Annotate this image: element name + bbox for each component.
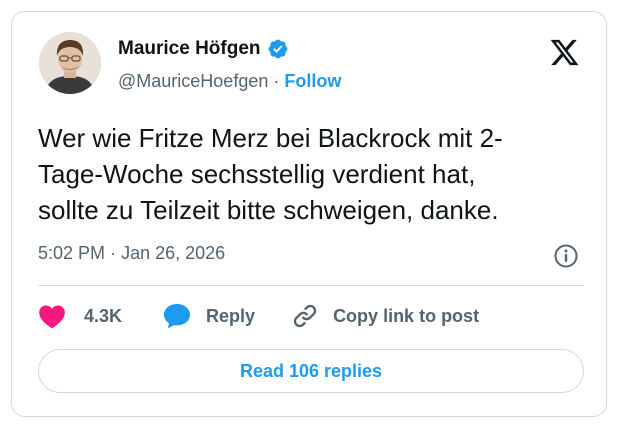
tweet-date: Jan 26, 2026	[121, 243, 226, 263]
tweet-text-line: sollte zu Teilzeit bitte schweigen, dank…	[38, 195, 499, 225]
tweet-timestamp[interactable]: 5:02 PM · Jan 26, 2026	[38, 243, 225, 264]
reply-label: Reply	[206, 305, 256, 326]
reply-button[interactable]: Reply	[162, 302, 255, 330]
author-handle-row: @MauriceHoefgen · Follow	[118, 71, 341, 92]
read-replies-button[interactable]: Read 106 replies	[38, 349, 584, 393]
author-name-row: Maurice Höfgen	[118, 38, 289, 60]
tweet-card: Maurice Höfgen @MauriceHoefgen · Follow …	[11, 11, 607, 417]
action-bar: 4.3K Reply Copy link to post	[38, 301, 479, 331]
info-icon[interactable]	[553, 243, 579, 269]
copy-link-label: Copy link to post	[333, 305, 480, 326]
tweet-text-line: Tage-Woche sechsstellig verdient hat,	[38, 159, 476, 189]
like-button[interactable]: 4.3K	[38, 303, 122, 329]
like-count: 4.3K	[84, 305, 123, 326]
timestamp-separator: ·	[110, 243, 117, 263]
avatar[interactable]	[39, 32, 101, 94]
author-name[interactable]: Maurice Höfgen	[118, 38, 261, 60]
x-logo-icon[interactable]	[549, 37, 580, 68]
follow-button[interactable]: Follow	[284, 71, 341, 92]
link-icon	[291, 302, 319, 330]
divider	[38, 285, 584, 286]
tweet-text-line: Wer wie Fritze Merz bei Blackrock mit 2-	[38, 123, 503, 153]
author-handle[interactable]: @MauriceHoefgen	[118, 71, 268, 92]
heart-icon	[38, 303, 66, 329]
verified-badge-icon	[267, 38, 289, 60]
speech-bubble-icon	[162, 302, 192, 330]
copy-link-button[interactable]: Copy link to post	[291, 302, 479, 330]
tweet-time: 5:02 PM	[38, 243, 106, 263]
handle-separator: ·	[273, 71, 280, 91]
tweet-text: Wer wie Fritze Merz bei Blackrock mit 2-…	[38, 120, 588, 228]
